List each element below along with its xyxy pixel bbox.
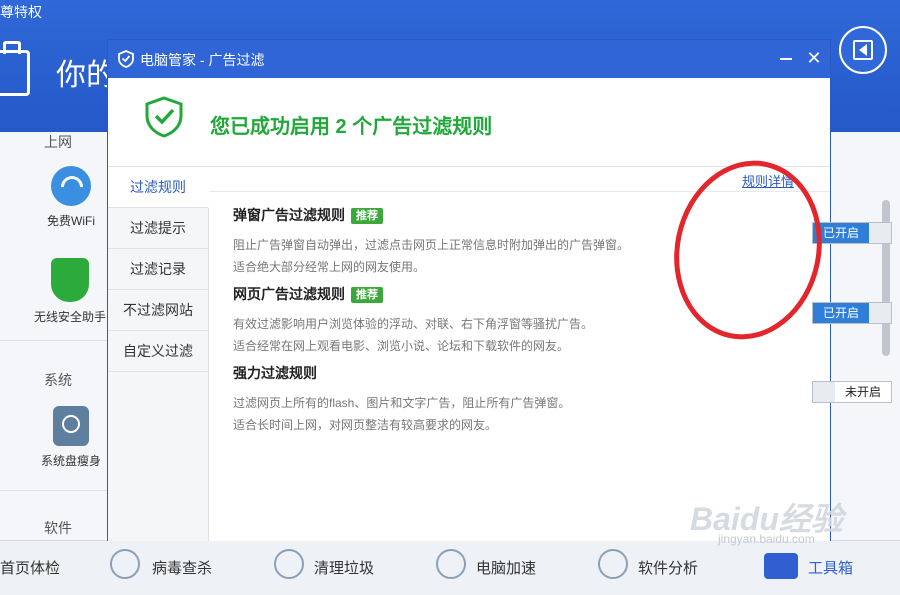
rocket-icon — [436, 549, 466, 579]
filter-tabs: 过滤规则 过滤提示 过滤记录 不过滤网站 自定义过滤 — [108, 167, 209, 541]
toggle-popup-ads[interactable]: 已开启 — [812, 222, 892, 244]
tab-whitelist-sites[interactable]: 不过滤网站 — [108, 290, 208, 331]
toggle-knob — [813, 382, 835, 402]
rule-popup-ads: 弹窗广告过滤规则 推荐 阻止广告弹窗自动弹出，过滤点击网页上正常信息时附加弹出的广… — [233, 205, 693, 278]
tab-filter-log[interactable]: 过滤记录 — [108, 249, 208, 290]
bottom-nav-bar: 首页体检 病毒查杀 清理垃圾 电脑加速 软件分析 工具箱 — [0, 540, 900, 595]
nav-home-check[interactable]: 首页体检 — [0, 557, 60, 578]
rule-title: 弹窗广告过滤规则 — [233, 207, 345, 223]
wifi-icon — [51, 166, 91, 206]
section-software: 软件 — [44, 520, 72, 536]
toggle-label: 未开启 — [844, 385, 881, 399]
section-internet: 上网 — [44, 134, 72, 150]
tab-custom-filter[interactable]: 自定义过滤 — [108, 331, 208, 372]
banner-status-text: 您已成功启用 2 个广告过滤规则 — [210, 116, 493, 138]
app-label: 无线安全助手 — [33, 310, 106, 324]
tab-filter-rules[interactable]: 过滤规则 — [108, 167, 209, 208]
baidu-watermark-url: jingyan.baidu.com — [718, 532, 815, 546]
app-label: 免费WiFi — [47, 214, 95, 228]
divider — [209, 191, 830, 192]
minimize-button[interactable] — [780, 58, 792, 60]
rule-details-link[interactable]: 规则详情 — [742, 171, 794, 190]
nav-toolbox[interactable]: 工具箱 — [808, 557, 853, 578]
rule-title: 网页广告过滤规则 — [233, 286, 345, 302]
virus-scan-icon — [110, 549, 140, 579]
software-icon — [598, 549, 628, 579]
tab-filter-hints[interactable]: 过滤提示 — [108, 208, 208, 249]
background-sidebar: 上网 免费WiFi 无线安全助手 系统 系统盘瘦身 软件 — [0, 132, 108, 542]
main-title: 你的 — [56, 59, 116, 92]
divider — [0, 490, 108, 491]
app-system-disk-slim[interactable]: 系统盘瘦身 — [36, 406, 106, 469]
rule-description: 有效过滤影响用户浏览体验的浮动、对联、右下角浮窗等骚扰广告。 适合经常在网上观看… — [233, 313, 693, 357]
rule-description: 阻止广告弹窗自动弹出，过滤点击网页上正常信息时附加弹出的广告弹窗。 适合绝大部分… — [233, 234, 693, 278]
rule-desc-line: 适合长时间上网，对网页整洁有较高要求的网友。 — [233, 418, 498, 432]
rules-panel: 规则详情 弹窗广告过滤规则 推荐 阻止广告弹窗自动弹出，过滤点击网页上正常信息时附… — [209, 167, 892, 541]
toggle-strong-filter[interactable]: 未开启 — [812, 381, 892, 403]
rule-strong-filter: 强力过滤规则 过滤网页上所有的flash、图片和文字广告，阻止所有广告弹窗。 适… — [233, 363, 693, 436]
nav-clean-junk[interactable]: 清理垃圾 — [314, 557, 374, 578]
toggle-label: 已开启 — [813, 223, 869, 243]
wifi-shield-icon — [51, 258, 89, 302]
close-button[interactable]: ✕ — [804, 48, 824, 68]
rule-desc-line: 过滤网页上所有的flash、图片和文字广告，阻止所有广告弹窗。 — [233, 396, 571, 410]
status-banner: 您已成功启用 2 个广告过滤规则 — [108, 78, 830, 166]
rule-desc-line: 阻止广告弹窗自动弹出，过滤点击网页上正常信息时附加弹出的广告弹窗。 — [233, 238, 630, 252]
nav-software-analysis[interactable]: 软件分析 — [638, 557, 698, 578]
rule-desc-line: 有效过滤影响用户浏览体验的浮动、对联、右下角浮窗等骚扰广告。 — [233, 317, 594, 331]
rule-description: 过滤网页上所有的flash、图片和文字广告，阻止所有广告弹窗。 适合长时间上网，… — [233, 392, 693, 436]
panel-toggle-icon — [853, 40, 873, 60]
pc-manager-logo-icon — [118, 50, 134, 68]
rule-desc-line: 适合绝大部分经常上网的网友使用。 — [233, 260, 426, 274]
toggle-webpage-ads[interactable]: 已开启 — [812, 302, 892, 324]
rule-title: 强力过滤规则 — [233, 365, 317, 381]
broom-icon — [274, 549, 304, 579]
nav-speed-up[interactable]: 电脑加速 — [476, 557, 536, 578]
app-label: 系统盘瘦身 — [40, 454, 101, 468]
app-free-wifi[interactable]: 免费WiFi — [36, 166, 106, 229]
disk-icon — [53, 406, 89, 446]
dialog-titlebar[interactable]: 电脑管家 - 广告过滤 ✕ — [108, 40, 830, 78]
toggle-knob — [869, 303, 891, 323]
section-system: 系统 — [44, 372, 72, 388]
app-wireless-security[interactable]: 无线安全助手 — [30, 258, 110, 325]
recommended-badge: 推荐 — [351, 287, 383, 303]
rule-webpage-ads: 网页广告过滤规则 推荐 有效过滤影响用户浏览体验的浮动、对联、右下角浮窗等骚扰广告… — [233, 284, 693, 357]
toolbox-icon — [764, 553, 798, 579]
dialog-body: 过滤规则 过滤提示 过滤记录 不过滤网站 自定义过滤 规则详情 弹窗广告过滤规则… — [108, 166, 892, 541]
collapse-panel-button[interactable] — [839, 26, 887, 74]
nav-virus-scan[interactable]: 病毒查杀 — [152, 557, 212, 578]
toolbox-bag-icon — [0, 41, 30, 96]
vip-privilege-text: 尊特权 — [0, 4, 42, 20]
ad-filter-dialog: 电脑管家 - 广告过滤 ✕ 您已成功启用 2 个广告过滤规则 过滤规则 过滤提示… — [108, 40, 892, 541]
dialog-title: 电脑管家 - 广告过滤 — [140, 52, 265, 68]
toggle-knob — [869, 223, 891, 243]
toggle-label: 已开启 — [813, 303, 869, 323]
divider — [0, 340, 108, 341]
rule-desc-line: 适合经常在网上观看电影、浏览小说、论坛和下载软件的网友。 — [233, 339, 570, 353]
recommended-badge: 推荐 — [351, 208, 383, 224]
shield-check-icon — [145, 96, 183, 138]
